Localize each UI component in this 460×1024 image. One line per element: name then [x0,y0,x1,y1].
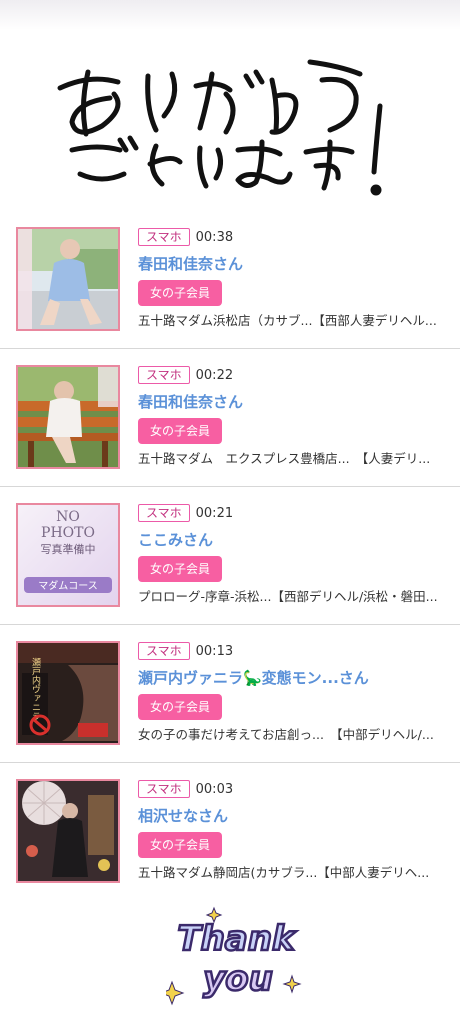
sparkle-icon [282,974,302,994]
profile-photo[interactable] [16,227,120,331]
access-time: 00:03 [195,781,234,797]
photo-caption: 瀬戸内ヴァニラ [30,656,41,720]
list-item[interactable]: 瀬戸内ヴァニラ スマホ 00:13 瀬戸内ヴァニラ🦕変態モン...さん 女の子会… [0,625,460,763]
profile-photo[interactable]: 瀬戸内ヴァニラ [16,641,120,745]
photo-text: PHOTO [41,525,95,541]
access-time: 00:22 [195,367,234,383]
shop-name: 女の子の事だけ考えてお店創っ... 【中部デリヘル/... [138,727,434,742]
device-badge: スマホ [138,228,190,246]
member-badge: 女の子会員 [138,280,223,306]
device-badge: スマホ [138,780,190,798]
member-badge: 女の子会員 [138,694,223,720]
visitor-name-link[interactable]: 春田和佳奈さん [138,392,452,412]
profile-photo[interactable] [16,779,120,883]
shop-name: 五十路マダム エクスプレス豊橋店... 【人妻デリ... [138,451,431,466]
you-text: you [203,959,273,999]
thank-you-header-image [40,46,418,204]
sparkle-icon [166,980,185,1006]
thank-you-sticker: Thank you [166,906,306,1010]
list-item[interactable]: スマホ 00:38 春田和佳奈さん 女の子会員 五十路マダム浜松店（カサブ...… [0,211,460,349]
profile-photo[interactable] [16,365,120,469]
visitor-name-link[interactable]: 春田和佳奈さん [138,254,452,274]
course-label: マダムコース [38,579,98,592]
member-badge: 女の子会員 [138,832,223,858]
visitor-name-link[interactable]: ここみさん [138,530,452,550]
device-badge: スマホ [138,642,190,660]
profile-photo[interactable]: NO PHOTO 写真準備中 マダムコース [16,503,120,607]
access-history-list: スマホ 00:38 春田和佳奈さん 女の子会員 五十路マダム浜松店（カサブ...… [0,211,460,901]
access-time: 00:13 [195,643,234,659]
thank-text: Thank [177,919,297,959]
shop-name: 五十路マダム浜松店（カサブ...【西部人妻デリヘル... [138,313,437,328]
preparing-text: 写真準備中 [41,542,96,556]
top-background [0,0,460,30]
access-time: 00:38 [195,229,234,245]
access-time: 00:21 [195,505,234,521]
member-badge: 女の子会員 [138,556,223,582]
list-item[interactable]: NO PHOTO 写真準備中 マダムコース スマホ 00:21 ここみさん 女の… [0,487,460,625]
shop-name: 五十路マダム静岡店(カサブラ...【中部人妻デリヘ... [138,865,430,880]
no-photo-text: NO [56,509,80,525]
device-badge: スマホ [138,366,190,384]
shop-name: プロローグ-序章-浜松...【西部デリヘル/浜松・磐田... [138,589,438,604]
list-item[interactable]: スマホ 00:22 春田和佳奈さん 女の子会員 五十路マダム エクスプレス豊橋店… [0,349,460,487]
member-badge: 女の子会員 [138,418,223,444]
list-item[interactable]: スマホ 00:03 相沢せなさん 女の子会員 五十路マダム静岡店(カサブラ...… [0,763,460,901]
visitor-name-link[interactable]: 瀬戸内ヴァニラ🦕変態モン...さん [138,668,452,688]
device-badge: スマホ [138,504,190,522]
visitor-name-link[interactable]: 相沢せなさん [138,806,452,826]
